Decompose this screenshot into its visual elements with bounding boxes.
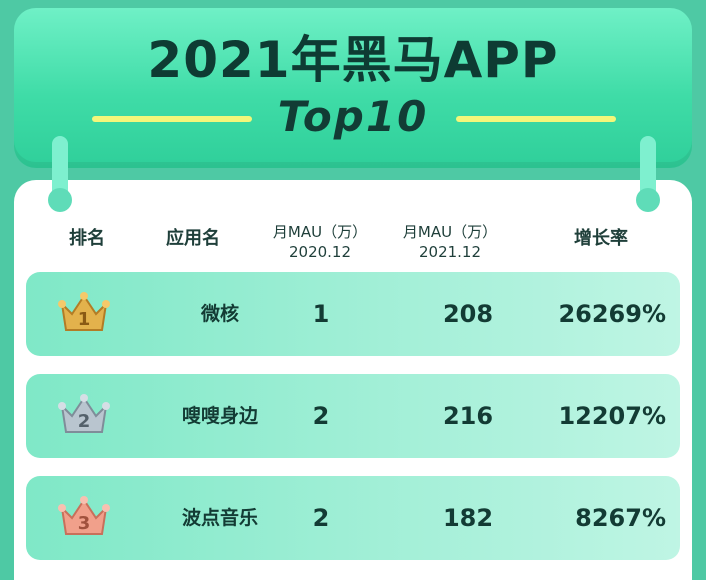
page-title: 2021年黑马APP [147,31,559,89]
mau-2020-value: 1 [312,300,330,328]
header-mau-2020-date: 2020.12 [288,243,352,261]
growth-value: 26269% [558,300,666,328]
crown-silver-icon: 2 [58,394,110,433]
app-name: 波点音乐 [181,507,258,529]
table-row: 2 嗖嗖身边 2 216 12207% [26,374,680,458]
crown-gold-icon: 1 [58,292,110,331]
header-rank: 排名 [69,228,105,249]
mau-2020-value: 2 [312,402,330,430]
header-mau-2021-label: 月MAU（万） [402,223,498,241]
hanger-peg-right [636,136,660,212]
rank-number: 2 [78,411,91,432]
header-mau-2021: 月MAU（万） 2021.12 [390,222,510,262]
header-mau-2021-date: 2021.12 [418,243,482,261]
page-subtitle: Top10 [277,92,429,141]
rank-number: 1 [78,309,91,330]
mau-2020-value: 2 [312,504,330,532]
table-row: 3 波点音乐 2 182 8267% [26,476,680,560]
crown-bronze-icon: 3 [58,496,110,535]
growth-value: 12207% [558,402,666,430]
rank-number: 3 [78,513,91,534]
header-mau-2020-label: 月MAU（万） [272,223,368,241]
mau-2021-value: 182 [442,504,494,532]
table-row: 1 微核 1 208 26269% [26,272,680,356]
header-mau-2020: 月MAU（万） 2020.12 [260,222,380,262]
app-name: 微核 [200,303,239,325]
hanger-peg-left [48,136,72,212]
mau-2021-value: 208 [442,300,494,328]
header-growth: 增长率 [574,228,628,249]
growth-value: 8267% [575,504,666,532]
app-name: 嗖嗖身边 [181,405,258,427]
header-app: 应用名 [166,228,220,249]
mau-2021-value: 216 [442,402,494,430]
